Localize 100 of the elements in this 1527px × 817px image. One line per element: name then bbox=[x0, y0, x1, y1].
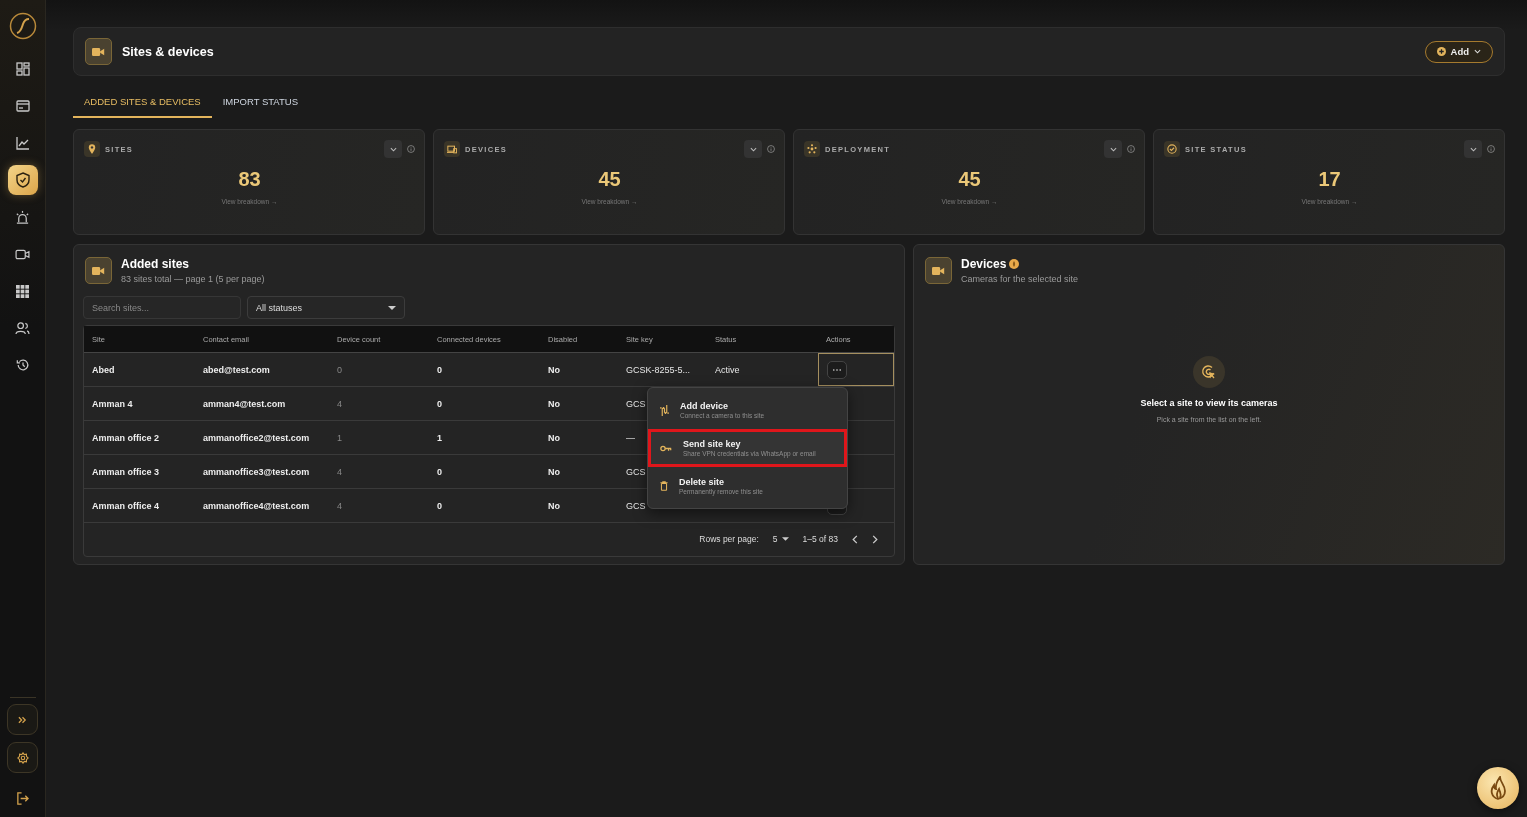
email-cell-text: ammanoffice2@test.com bbox=[202, 432, 311, 443]
more-button[interactable] bbox=[827, 360, 847, 379]
menu-item-title: Delete site bbox=[679, 477, 726, 487]
panel-subtitle: Cameras for the selected site bbox=[961, 274, 1079, 284]
search-field[interactable]: Search sites... bbox=[83, 296, 241, 319]
next-page-icon[interactable] bbox=[872, 534, 878, 544]
shield-icon bbox=[15, 172, 30, 188]
chevron-down-icon bbox=[389, 146, 397, 152]
site-cell-text: Amman office 3 bbox=[91, 466, 161, 477]
expand-button[interactable] bbox=[744, 140, 762, 158]
page-range: 1–5 of 83 bbox=[802, 534, 838, 544]
expand-button[interactable] bbox=[1464, 140, 1482, 158]
users-icon bbox=[15, 321, 30, 335]
tab[interactable]: IMPORT STATUS bbox=[211, 90, 309, 118]
chevron-down-icon bbox=[1469, 146, 1477, 152]
badge-icon bbox=[1009, 259, 1020, 269]
caret-icon bbox=[781, 537, 789, 541]
chevron-down-icon bbox=[1109, 146, 1117, 152]
info-icon[interactable] bbox=[1127, 145, 1135, 153]
site-key-cell: GCS bbox=[626, 466, 646, 477]
device-count-cell-text: 4 bbox=[336, 500, 343, 511]
info-icon[interactable] bbox=[407, 145, 415, 153]
video-icon bbox=[925, 257, 952, 284]
device-count-cell-text: 4 bbox=[336, 398, 343, 409]
site-cell-text: Amman 4 bbox=[91, 398, 134, 409]
connected-cell-text: 0 bbox=[436, 466, 443, 477]
device-count-cell-text: 4 bbox=[336, 466, 343, 477]
nav-item[interactable] bbox=[7, 165, 38, 195]
menu-item-title: Send site key bbox=[683, 439, 742, 449]
connected-cell-text: 0 bbox=[436, 500, 443, 511]
panel-title: Devices bbox=[961, 257, 1007, 271]
card-icon bbox=[15, 100, 30, 112]
plus-icon bbox=[1436, 47, 1446, 56]
trash-icon bbox=[660, 481, 668, 491]
site-key-cell: — bbox=[626, 432, 635, 443]
expand-button[interactable] bbox=[384, 140, 402, 158]
cursor-target-icon bbox=[1193, 356, 1225, 388]
caret-icon bbox=[1474, 49, 1481, 54]
info-icon[interactable] bbox=[767, 145, 775, 153]
site-cell-text: Abed bbox=[91, 364, 116, 375]
disabled-cell-text: No bbox=[547, 364, 561, 375]
siren-icon bbox=[15, 209, 30, 225]
stat-value: 45 bbox=[598, 168, 621, 191]
disabled-cell-text: No bbox=[547, 432, 561, 443]
empty-state-title: Select a site to view its cameras bbox=[1140, 398, 1278, 408]
menu-item-title: Add device bbox=[680, 401, 729, 411]
spark-icon bbox=[807, 144, 817, 154]
video-icon bbox=[85, 38, 112, 65]
panel-title: Added sites bbox=[121, 257, 190, 271]
expand-button[interactable] bbox=[1104, 140, 1122, 158]
logo-icon bbox=[8, 12, 37, 40]
email-cell-text: ammanoffice3@test.com bbox=[202, 466, 311, 477]
grid-icon bbox=[16, 284, 29, 298]
status-dropdown[interactable]: All statuses bbox=[247, 296, 405, 319]
tab[interactable]: ADDED SITES & DEVICES bbox=[73, 90, 212, 118]
connected-cell-text: 1 bbox=[436, 432, 443, 443]
rows-per-page-select[interactable]: 5 bbox=[772, 534, 789, 544]
email-cell-text: ammanoffice4@test.com bbox=[202, 500, 311, 511]
expand-button[interactable] bbox=[7, 704, 38, 735]
connected-cell-text: 0 bbox=[436, 398, 443, 409]
stat-value: 17 bbox=[1318, 168, 1341, 191]
email-cell-text: abed@test.com bbox=[202, 364, 271, 375]
connected-cell-text: 0 bbox=[436, 364, 443, 375]
previous-page-icon[interactable] bbox=[852, 534, 858, 544]
device-count-cell-text: 0 bbox=[336, 364, 343, 375]
plug-icon bbox=[660, 404, 669, 416]
disabled-cell-text: No bbox=[547, 398, 561, 409]
settings-icon bbox=[16, 751, 29, 764]
pin-icon bbox=[88, 144, 96, 154]
key-icon bbox=[660, 444, 672, 452]
check-circle-icon bbox=[1167, 144, 1177, 154]
video-icon bbox=[15, 248, 30, 260]
disabled-cell-text: No bbox=[547, 466, 561, 477]
dashboard-icon bbox=[15, 62, 30, 76]
flame-icon bbox=[1488, 776, 1508, 800]
site-cell-text: Amman office 2 bbox=[91, 432, 161, 443]
add-button[interactable]: Add bbox=[1424, 40, 1493, 63]
device-count-cell-text: 1 bbox=[336, 432, 343, 443]
disabled-cell-text: No bbox=[547, 500, 561, 511]
history-icon bbox=[15, 358, 30, 372]
logout-icon[interactable] bbox=[16, 792, 29, 805]
site-cell-text: Amman office 4 bbox=[91, 500, 161, 511]
stat-value: 45 bbox=[958, 168, 981, 191]
settings-button[interactable] bbox=[7, 742, 38, 773]
caret-icon bbox=[388, 305, 396, 310]
chevrons-icon bbox=[18, 715, 27, 724]
chevron-down-icon bbox=[749, 146, 757, 152]
site-key-cell: GCS bbox=[626, 500, 646, 511]
panel-subtitle: 83 sites total — page 1 (5 per page) bbox=[121, 274, 265, 284]
site-key-cell: GCS bbox=[626, 398, 646, 409]
info-icon[interactable] bbox=[1487, 145, 1495, 153]
email-cell-text: amman4@test.com bbox=[202, 398, 287, 409]
more-icon bbox=[833, 368, 841, 371]
devices-icon bbox=[447, 144, 457, 154]
chart-icon bbox=[15, 136, 30, 150]
site-key-cell: GCSK-8255-5... bbox=[626, 364, 691, 375]
rows-per-page-label: Rows per page: bbox=[699, 534, 759, 544]
page-title: Sites & devices bbox=[122, 44, 214, 59]
stat-value: 83 bbox=[238, 168, 261, 191]
video-icon bbox=[85, 257, 112, 284]
